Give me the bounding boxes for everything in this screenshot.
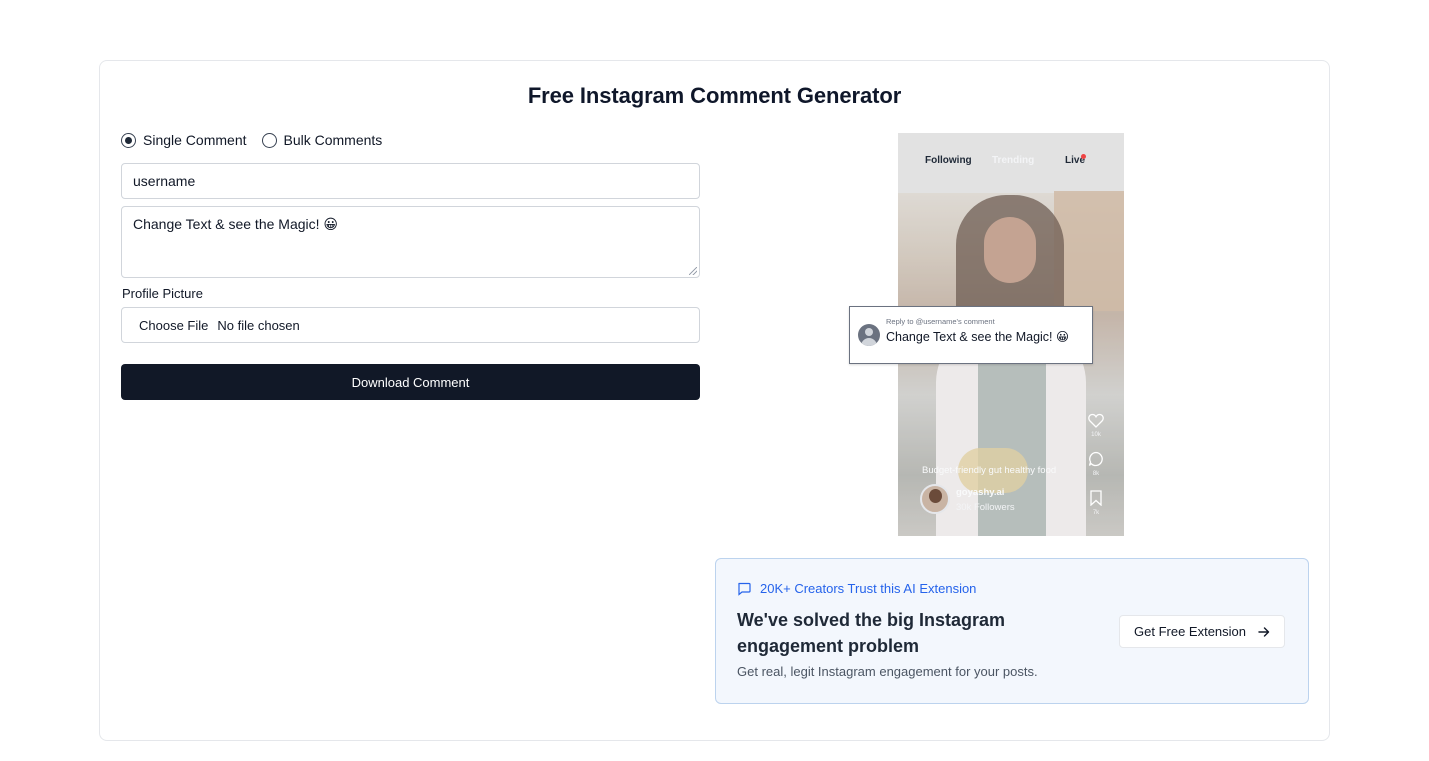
message-icon xyxy=(738,582,751,596)
author-name: goyashy.ai xyxy=(956,487,1005,498)
radio-label-single: Single Comment xyxy=(143,132,247,148)
comment-textarea[interactable]: Change Text & see the Magic! 😀 xyxy=(121,206,700,278)
mode-selector: Single Comment Bulk Comments xyxy=(121,132,397,148)
profile-picture-file-input[interactable]: Choose File No file chosen xyxy=(121,307,700,343)
promo-subtext: Get real, legit Instagram engagement for… xyxy=(737,664,1038,679)
promo-heading: We've solved the big Instagram engagemen… xyxy=(737,610,1006,656)
nav-trending: Trending xyxy=(992,155,1035,166)
promo-badge: 20K+ Creators Trust this AI Extension xyxy=(737,581,976,596)
nav-following: Following xyxy=(925,155,972,166)
get-free-extension-label: Get Free Extension xyxy=(1134,624,1246,639)
author-followers: 30k Followers xyxy=(956,502,1015,513)
generator-card: Free Instagram Comment Generator Single … xyxy=(99,60,1330,741)
comment-reply-to: Reply to @username's comment xyxy=(886,317,995,326)
comment-avatar xyxy=(858,324,880,346)
comment-textarea-value: Change Text & see the Magic! 😀 xyxy=(133,216,339,232)
extension-promo: 20K+ Creators Trust this AI Extension We… xyxy=(715,558,1309,704)
comments-count: 8k xyxy=(1092,471,1100,477)
choose-file-button[interactable]: Choose File xyxy=(139,318,208,333)
radio-button-unchecked[interactable] xyxy=(261,132,277,148)
promo-badge-text: 20K+ Creators Trust this AI Extension xyxy=(760,581,977,596)
preview-action-icons: 10k 8k 7k xyxy=(1086,413,1106,529)
saves-count: 7k xyxy=(1092,510,1100,516)
resize-handle[interactable] xyxy=(689,267,697,275)
file-status-text: No file chosen xyxy=(217,317,300,333)
author-avatar xyxy=(920,484,950,514)
comment-bubble: Reply to @username's comment Change Text… xyxy=(849,306,1093,364)
username-input[interactable]: username xyxy=(121,163,700,199)
comment-icon xyxy=(1086,451,1106,467)
likes-count: 10k xyxy=(1091,432,1101,438)
page-title: Free Instagram Comment Generator xyxy=(527,83,902,108)
radio-label-bulk: Bulk Comments xyxy=(283,132,383,148)
radio-bulk-comments[interactable]: Bulk Comments xyxy=(261,132,383,148)
profile-picture-label: Profile Picture xyxy=(122,286,203,301)
bookmark-icon xyxy=(1086,490,1106,506)
radio-single-comment[interactable]: Single Comment xyxy=(121,132,247,148)
arrow-right-icon xyxy=(1258,626,1270,637)
heart-icon xyxy=(1086,413,1106,428)
comment-bubble-text: Change Text & see the Magic! 😀 xyxy=(886,330,1070,344)
get-free-extension-button[interactable]: Get Free Extension xyxy=(1119,615,1285,648)
live-indicator-dot xyxy=(1081,154,1086,159)
download-comment-button[interactable]: Download Comment xyxy=(121,364,700,400)
post-caption: Budget-friendly gut healthy food xyxy=(922,465,1057,476)
radio-button-checked[interactable] xyxy=(121,132,136,148)
